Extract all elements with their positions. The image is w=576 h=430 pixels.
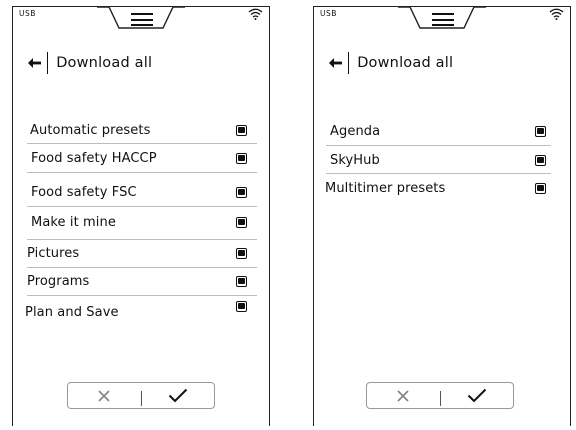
- list-item-pictures[interactable]: Pictures: [27, 240, 247, 266]
- arrow-left-icon[interactable]: [27, 57, 41, 69]
- list-item-make-it-mine[interactable]: Make it mine: [31, 209, 247, 235]
- checkbox[interactable]: [236, 216, 247, 228]
- header-divider: [348, 52, 350, 74]
- checkbox[interactable]: [236, 247, 247, 259]
- checkbox[interactable]: [535, 154, 546, 166]
- checkbox[interactable]: [236, 186, 247, 198]
- list-item-skyhub[interactable]: SkyHub: [330, 147, 546, 173]
- close-icon: [98, 389, 110, 402]
- list-item-food-safety-haccp[interactable]: Food safety HACCP: [31, 145, 247, 171]
- wifi-icon: [248, 8, 263, 20]
- list-item-label: Pictures: [27, 245, 80, 261]
- action-bar: [67, 382, 215, 409]
- checkmark-icon: [168, 388, 187, 403]
- list-item-automatic-presets[interactable]: Automatic presets: [30, 117, 247, 143]
- header-divider: [47, 52, 49, 74]
- list-item-label: Agenda: [330, 123, 381, 139]
- list-item-label: SkyHub: [330, 152, 380, 168]
- list-item-label: Make it mine: [31, 214, 116, 230]
- list-item-label: Food safety FSC: [31, 184, 137, 200]
- cancel-button[interactable]: [367, 383, 440, 408]
- list-item-multitimer-presets[interactable]: Multitimer presets: [325, 175, 546, 201]
- divider: [27, 295, 257, 296]
- hamburger-menu-icon[interactable]: [432, 13, 454, 26]
- page-title: Download all: [357, 55, 454, 71]
- usb-indicator: USB: [320, 9, 337, 18]
- status-bar: USB: [314, 6, 570, 29]
- usb-indicator: USB: [19, 9, 36, 18]
- list-item-food-safety-fsc[interactable]: Food safety FSC: [31, 179, 247, 205]
- header: Download all: [27, 51, 152, 75]
- page-title: Download all: [56, 55, 153, 71]
- list-item-plan-and-save[interactable]: Plan and Save: [25, 299, 247, 325]
- checkbox[interactable]: [236, 275, 247, 287]
- header: Download all: [328, 51, 453, 75]
- wifi-icon: [549, 8, 564, 20]
- list-item-label: Programs: [27, 273, 90, 289]
- list-item-label: Food safety HACCP: [31, 150, 157, 166]
- checkbox[interactable]: [535, 125, 546, 137]
- checkbox[interactable]: [236, 300, 247, 312]
- checkbox[interactable]: [535, 182, 546, 194]
- action-bar: [366, 382, 514, 409]
- confirm-button[interactable]: [441, 383, 514, 408]
- divider: [326, 145, 551, 146]
- list-item-agenda[interactable]: Agenda: [330, 118, 546, 144]
- list-item-label: Automatic presets: [30, 122, 151, 138]
- list-item-programs[interactable]: Programs: [27, 268, 247, 294]
- divider: [27, 143, 257, 144]
- cancel-button[interactable]: [68, 383, 141, 408]
- screen-download-all-page-1: USB Download all Automatic presets Food …: [12, 6, 270, 426]
- status-bar: USB: [13, 6, 269, 29]
- checkbox[interactable]: [236, 152, 247, 164]
- close-icon: [397, 389, 409, 402]
- divider: [326, 173, 551, 174]
- screen-download-all-page-2: USB Download all Agenda SkyHub Multitime…: [313, 6, 571, 426]
- list-item-label: Multitimer presets: [325, 180, 446, 196]
- divider: [27, 172, 257, 173]
- checkbox[interactable]: [236, 124, 247, 136]
- arrow-left-icon[interactable]: [328, 57, 342, 69]
- list-item-label: Plan and Save: [25, 304, 119, 320]
- confirm-button[interactable]: [142, 383, 215, 408]
- hamburger-menu-icon[interactable]: [131, 13, 153, 26]
- divider: [27, 206, 257, 207]
- checkmark-icon: [467, 388, 486, 403]
